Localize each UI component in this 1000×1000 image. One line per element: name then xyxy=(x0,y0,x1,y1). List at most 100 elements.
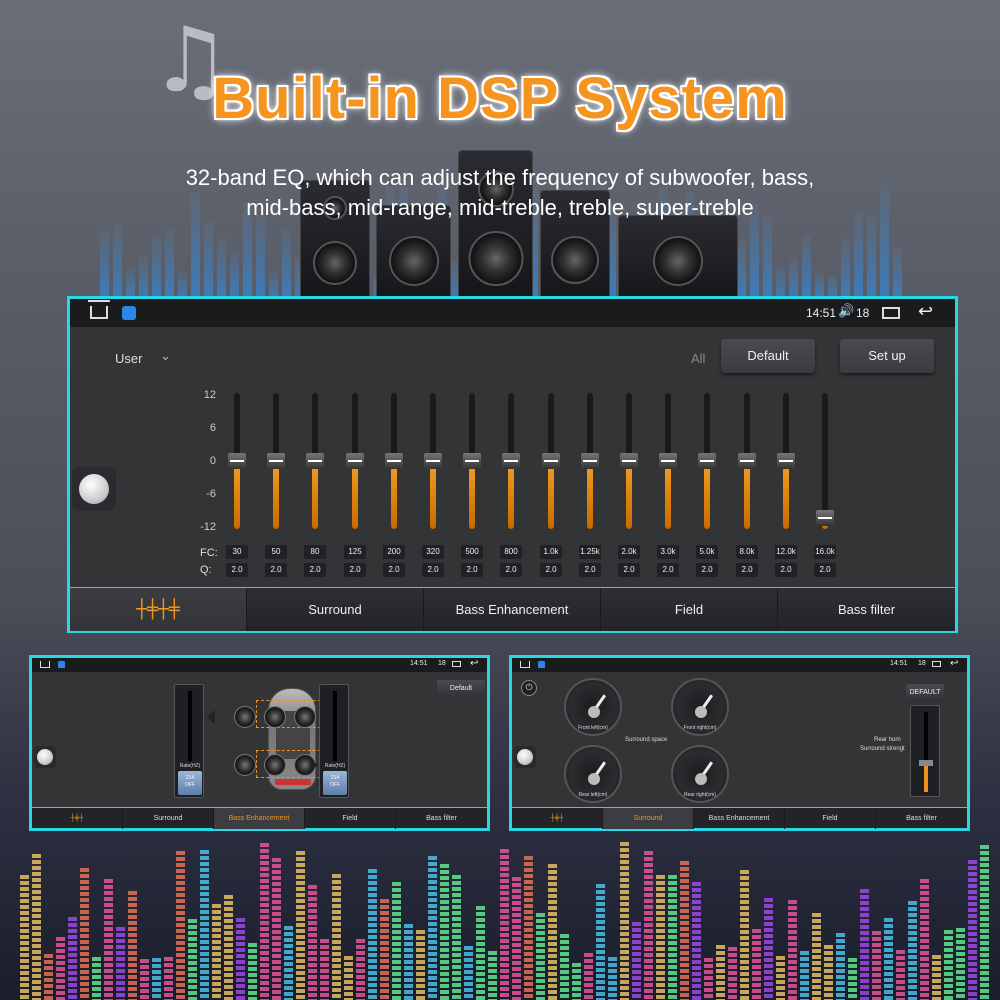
eq-band-slider[interactable] xyxy=(776,391,796,531)
q-value[interactable]: 2.0 xyxy=(540,563,562,577)
eq-band-slider[interactable] xyxy=(658,391,678,531)
recent-apps-icon[interactable] xyxy=(932,661,941,667)
eq-band-slider[interactable] xyxy=(619,391,639,531)
q-value[interactable]: 2.0 xyxy=(226,563,248,577)
eq-band-slider[interactable] xyxy=(384,391,404,531)
back-icon[interactable]: ↩ xyxy=(470,658,478,669)
tab-equalizer[interactable]: ┼╪┼ xyxy=(512,808,603,829)
tab-field[interactable]: Field xyxy=(601,588,778,631)
tab-equalizer[interactable]: ┼╪┼ xyxy=(32,808,123,829)
all-label[interactable]: All xyxy=(691,351,705,366)
tab-field[interactable]: Field xyxy=(305,808,396,829)
eq-band-knob[interactable] xyxy=(502,453,520,469)
back-icon[interactable]: ↩ xyxy=(950,658,958,669)
eq-band-slider[interactable] xyxy=(697,391,717,531)
fc-value[interactable]: 80 xyxy=(304,545,326,559)
eq-band-knob[interactable] xyxy=(306,453,324,469)
q-value[interactable]: 2.0 xyxy=(775,563,797,577)
q-value[interactable]: 2.0 xyxy=(344,563,366,577)
app-icon[interactable] xyxy=(58,661,65,668)
floating-ball-icon[interactable] xyxy=(34,746,56,768)
home-icon[interactable] xyxy=(88,300,110,319)
q-value[interactable]: 2.0 xyxy=(618,563,640,577)
floating-ball-icon[interactable] xyxy=(514,746,536,768)
q-value[interactable]: 2.0 xyxy=(422,563,444,577)
eq-band-slider[interactable] xyxy=(305,391,325,531)
q-value[interactable]: 2.0 xyxy=(500,563,522,577)
home-icon[interactable] xyxy=(40,661,50,668)
fc-value[interactable]: 16.0k xyxy=(814,545,836,559)
tab-surround[interactable]: Surround xyxy=(603,808,694,829)
eq-band-slider[interactable] xyxy=(815,391,835,531)
power-icon[interactable]: ⏻ xyxy=(521,680,537,696)
fc-value[interactable]: 320 xyxy=(422,545,444,559)
floating-ball-icon[interactable] xyxy=(72,467,116,511)
q-value[interactable]: 2.0 xyxy=(736,563,758,577)
eq-band-knob[interactable] xyxy=(581,453,599,469)
tab-bass-filter[interactable]: Bass filter xyxy=(778,588,955,631)
eq-band-knob[interactable] xyxy=(346,453,364,469)
fc-value[interactable]: 8.0k xyxy=(736,545,758,559)
app-icon[interactable] xyxy=(538,661,545,668)
q-value[interactable]: 2.0 xyxy=(814,563,836,577)
fc-value[interactable]: 30 xyxy=(226,545,248,559)
fc-value[interactable]: 200 xyxy=(383,545,405,559)
eq-band-knob[interactable] xyxy=(463,453,481,469)
eq-band-slider[interactable] xyxy=(227,391,247,531)
fc-value[interactable]: 5.0k xyxy=(696,545,718,559)
eq-band-knob[interactable] xyxy=(698,453,716,469)
eq-band-knob[interactable] xyxy=(777,453,795,469)
tab-bass-enhancement[interactable]: Bass Enhancement xyxy=(214,808,305,829)
eq-band-slider[interactable] xyxy=(737,391,757,531)
default-button[interactable]: Default xyxy=(721,339,815,373)
q-value[interactable]: 2.0 xyxy=(696,563,718,577)
bass-toggle[interactable]: 214 OFF xyxy=(323,771,347,795)
eq-band-knob[interactable] xyxy=(385,453,403,469)
right-bass-slider[interactable]: Rate(HZ) 214 OFF xyxy=(319,684,349,798)
tab-bass-filter[interactable]: Bass filter xyxy=(876,808,967,829)
surround-strength-slider[interactable] xyxy=(910,705,940,797)
tab-bass-enhancement[interactable]: Bass Enhancement xyxy=(424,588,601,631)
eq-band-slider[interactable] xyxy=(423,391,443,531)
app-icon[interactable] xyxy=(122,306,136,320)
eq-band-knob[interactable] xyxy=(424,453,442,469)
bass-toggle[interactable]: 214 OFF xyxy=(178,771,202,795)
q-value[interactable]: 2.0 xyxy=(304,563,326,577)
fc-value[interactable]: 12.0k xyxy=(775,545,797,559)
tab-bass-filter[interactable]: Bass filter xyxy=(396,808,487,829)
eq-band-knob[interactable] xyxy=(738,453,756,469)
default-button[interactable]: DEFAULT xyxy=(906,684,944,702)
eq-band-slider[interactable] xyxy=(501,391,521,531)
eq-band-knob[interactable] xyxy=(659,453,677,469)
q-value[interactable]: 2.0 xyxy=(579,563,601,577)
recent-apps-icon[interactable] xyxy=(452,661,461,667)
eq-band-knob[interactable] xyxy=(267,453,285,469)
eq-band-knob[interactable] xyxy=(228,453,246,469)
setup-button[interactable]: Set up xyxy=(840,339,934,373)
tab-equalizer[interactable]: ┼╪┼╪ xyxy=(70,588,247,631)
fc-value[interactable]: 125 xyxy=(344,545,366,559)
eq-band-slider[interactable] xyxy=(580,391,600,531)
fc-value[interactable]: 1.0k xyxy=(540,545,562,559)
q-value[interactable]: 2.0 xyxy=(657,563,679,577)
chevron-down-icon[interactable]: ⌄ xyxy=(160,349,171,364)
eq-band-slider[interactable] xyxy=(462,391,482,531)
eq-band-slider[interactable] xyxy=(266,391,286,531)
fc-value[interactable]: 800 xyxy=(500,545,522,559)
q-value[interactable]: 2.0 xyxy=(383,563,405,577)
preset-select[interactable]: User xyxy=(115,351,142,366)
default-button[interactable]: Default xyxy=(437,680,485,698)
eq-band-knob[interactable] xyxy=(816,509,834,526)
tab-bass-enhancement[interactable]: Bass Enhancement xyxy=(694,808,785,829)
back-icon[interactable]: ↩ xyxy=(918,301,933,322)
q-value[interactable]: 2.0 xyxy=(461,563,483,577)
left-bass-slider[interactable]: Rate(HZ) 214 OFF xyxy=(174,684,204,798)
fc-value[interactable]: 3.0k xyxy=(657,545,679,559)
eq-band-knob[interactable] xyxy=(542,453,560,469)
q-value[interactable]: 2.0 xyxy=(265,563,287,577)
fc-value[interactable]: 50 xyxy=(265,545,287,559)
fc-value[interactable]: 1.25k xyxy=(579,545,601,559)
recent-apps-icon[interactable] xyxy=(882,307,900,319)
eq-band-knob[interactable] xyxy=(620,453,638,469)
tab-field[interactable]: Field xyxy=(785,808,876,829)
